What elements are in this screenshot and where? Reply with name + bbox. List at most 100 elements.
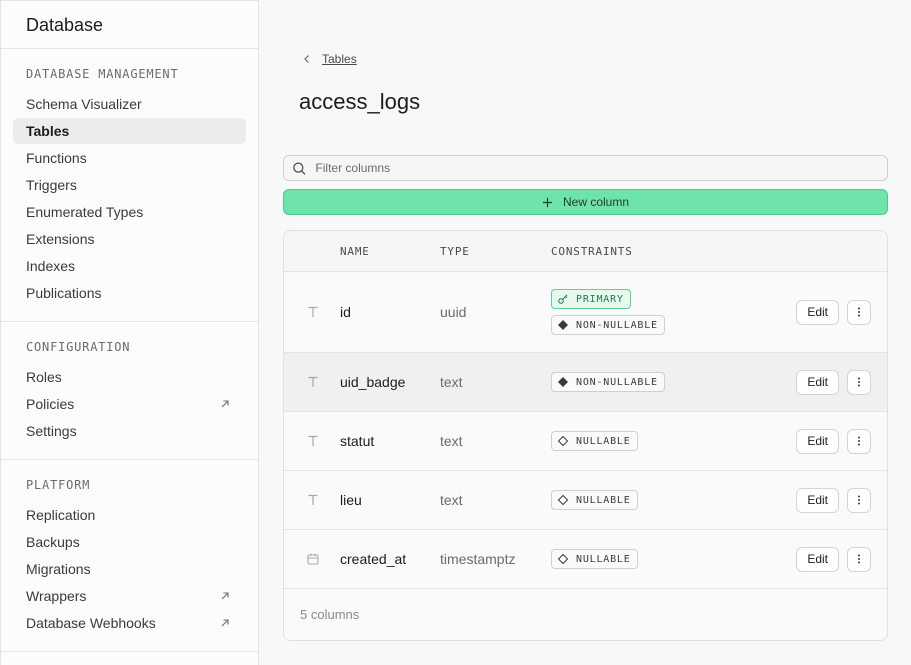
filter-columns-field[interactable] — [283, 155, 888, 181]
constraint-label: NULLABLE — [576, 494, 631, 506]
page-title: access_logs — [299, 89, 421, 114]
sidebar-section: CONFIGURATION Roles Policies Settings — [1, 322, 258, 460]
table-row[interactable]: id uuid PRIMARY NON-NULLABLE Edit — [284, 272, 887, 353]
column-name: created_at — [340, 551, 407, 567]
constraint-badge-non-nullable: NON-NULLABLE — [551, 372, 665, 392]
sidebar-item-roles[interactable]: Roles — [13, 364, 246, 390]
sidebar-item-label: Indexes — [26, 258, 76, 274]
sidebar-item-indexes[interactable]: Indexes — [13, 253, 246, 279]
breadcrumb: Tables — [302, 50, 888, 68]
external-link-icon — [221, 592, 229, 600]
diamond-filled-icon — [558, 320, 568, 330]
text-icon — [308, 376, 318, 387]
table-row[interactable]: uid_badge text NON-NULLABLE Edit — [284, 353, 887, 412]
sidebar: Database DATABASE MANAGEMENT Schema Visu… — [0, 0, 259, 665]
column-type: text — [440, 433, 463, 449]
column-type: text — [440, 374, 463, 390]
constraint-badge-primary: PRIMARY — [551, 289, 631, 309]
sidebar-item-migrations[interactable]: Migrations — [13, 556, 246, 582]
more-options-button[interactable] — [847, 428, 871, 454]
sidebar-item-enumerated-types[interactable]: Enumerated Types — [13, 199, 246, 225]
sidebar-item-policies[interactable]: Policies — [13, 391, 246, 417]
sidebar-item-functions[interactable]: Functions — [13, 145, 246, 171]
sidebar-item-settings[interactable]: Settings — [13, 418, 246, 444]
edit-button[interactable]: Edit — [796, 369, 839, 395]
sidebar-sections: DATABASE MANAGEMENT Schema Visualizer Ta… — [1, 49, 258, 652]
sidebar-item-label: Triggers — [26, 177, 77, 193]
column-type-icon-cell — [284, 305, 340, 319]
row-actions: Edit — [747, 428, 887, 454]
sidebar-item-triggers[interactable]: Triggers — [13, 172, 246, 198]
column-type: timestamptz — [440, 551, 516, 567]
more-options-button[interactable] — [847, 299, 871, 325]
row-actions: Edit — [747, 299, 887, 325]
more-vertical-icon — [858, 554, 860, 564]
more-vertical-icon — [858, 377, 860, 387]
sidebar-item-backups[interactable]: Backups — [13, 529, 246, 555]
breadcrumb-tables-link[interactable]: Tables — [322, 52, 357, 66]
column-type: text — [440, 492, 463, 508]
edit-button[interactable]: Edit — [796, 299, 839, 325]
edit-button[interactable]: Edit — [796, 487, 839, 513]
table-row[interactable]: lieu text NULLABLE Edit — [284, 471, 887, 530]
column-type-icon-cell — [284, 434, 340, 448]
table-row[interactable]: statut text NULLABLE Edit — [284, 412, 887, 471]
constraint-badge-non-nullable: NON-NULLABLE — [551, 315, 665, 335]
columns-table: NAME TYPE CONSTRAINTS id uuid PRIMARY NON… — [283, 230, 888, 641]
sidebar-item-label: Functions — [26, 150, 87, 166]
column-type-icon-cell — [284, 552, 340, 566]
more-vertical-icon — [858, 307, 860, 317]
header-constraints: CONSTRAINTS — [551, 244, 633, 258]
table-footer: 5 columns — [284, 589, 887, 640]
sidebar-item-database-webhooks[interactable]: Database Webhooks — [13, 610, 246, 636]
constraint-label: NULLABLE — [576, 553, 631, 565]
sidebar-item-replication[interactable]: Replication — [13, 502, 246, 528]
sidebar-item-label: Replication — [26, 507, 96, 523]
diamond-outline-icon — [557, 435, 569, 447]
column-name: lieu — [340, 492, 362, 508]
sidebar-item-label: Extensions — [26, 231, 95, 247]
search-icon — [293, 161, 306, 175]
calendar-icon — [307, 553, 319, 565]
sidebar-item-publications[interactable]: Publications — [13, 280, 246, 306]
sidebar-item-schema-visualizer[interactable]: Schema Visualizer — [13, 91, 246, 117]
column-constraints: NON-NULLABLE — [551, 372, 747, 392]
sidebar-item-extensions[interactable]: Extensions — [13, 226, 246, 252]
text-icon — [308, 435, 318, 446]
sidebar-item-label: Roles — [26, 369, 62, 385]
column-name: uid_badge — [340, 374, 406, 390]
sidebar-section: DATABASE MANAGEMENT Schema Visualizer Ta… — [1, 49, 258, 322]
new-column-button[interactable]: New column — [283, 189, 888, 215]
column-constraints: NULLABLE — [551, 490, 747, 510]
main-content: Tables access_logs New column NAME TYPE … — [259, 0, 911, 665]
column-constraints: NULLABLE — [551, 431, 747, 451]
column-type-icon-cell — [284, 493, 340, 507]
sidebar-item-wrappers[interactable]: Wrappers — [13, 583, 246, 609]
column-type-icon-cell — [284, 375, 340, 389]
sidebar-item-label: Settings — [26, 423, 77, 439]
diamond-outline-icon — [557, 553, 569, 565]
more-options-button[interactable] — [847, 487, 871, 513]
row-actions: Edit — [747, 546, 887, 572]
constraint-label: NON-NULLABLE — [576, 376, 658, 388]
sidebar-section-title: DATABASE MANAGEMENT — [26, 67, 179, 81]
edit-button[interactable]: Edit — [796, 546, 839, 572]
column-type: uuid — [440, 304, 467, 320]
sidebar-item-label: Enumerated Types — [26, 204, 144, 220]
filter-columns-input[interactable] — [315, 161, 879, 175]
sidebar-section: PLATFORM Replication Backups Migrations … — [1, 460, 258, 652]
more-options-button[interactable] — [847, 546, 871, 572]
new-column-label: New column — [562, 195, 630, 209]
column-constraints: PRIMARY NON-NULLABLE — [551, 289, 747, 335]
sidebar-item-label: Policies — [26, 396, 75, 412]
table-body: id uuid PRIMARY NON-NULLABLE Edit uid_bad… — [284, 272, 887, 589]
external-link-icon — [221, 400, 229, 408]
chevron-left-icon[interactable] — [302, 54, 312, 64]
edit-button[interactable]: Edit — [796, 428, 839, 454]
sidebar-item-label: Tables — [26, 123, 70, 139]
constraint-badge-nullable: NULLABLE — [551, 549, 638, 569]
sidebar-item-tables[interactable]: Tables — [13, 118, 246, 144]
table-row[interactable]: created_at timestamptz NULLABLE Edit — [284, 530, 887, 589]
more-options-button[interactable] — [847, 369, 871, 395]
sidebar-section-title: CONFIGURATION — [26, 340, 131, 354]
